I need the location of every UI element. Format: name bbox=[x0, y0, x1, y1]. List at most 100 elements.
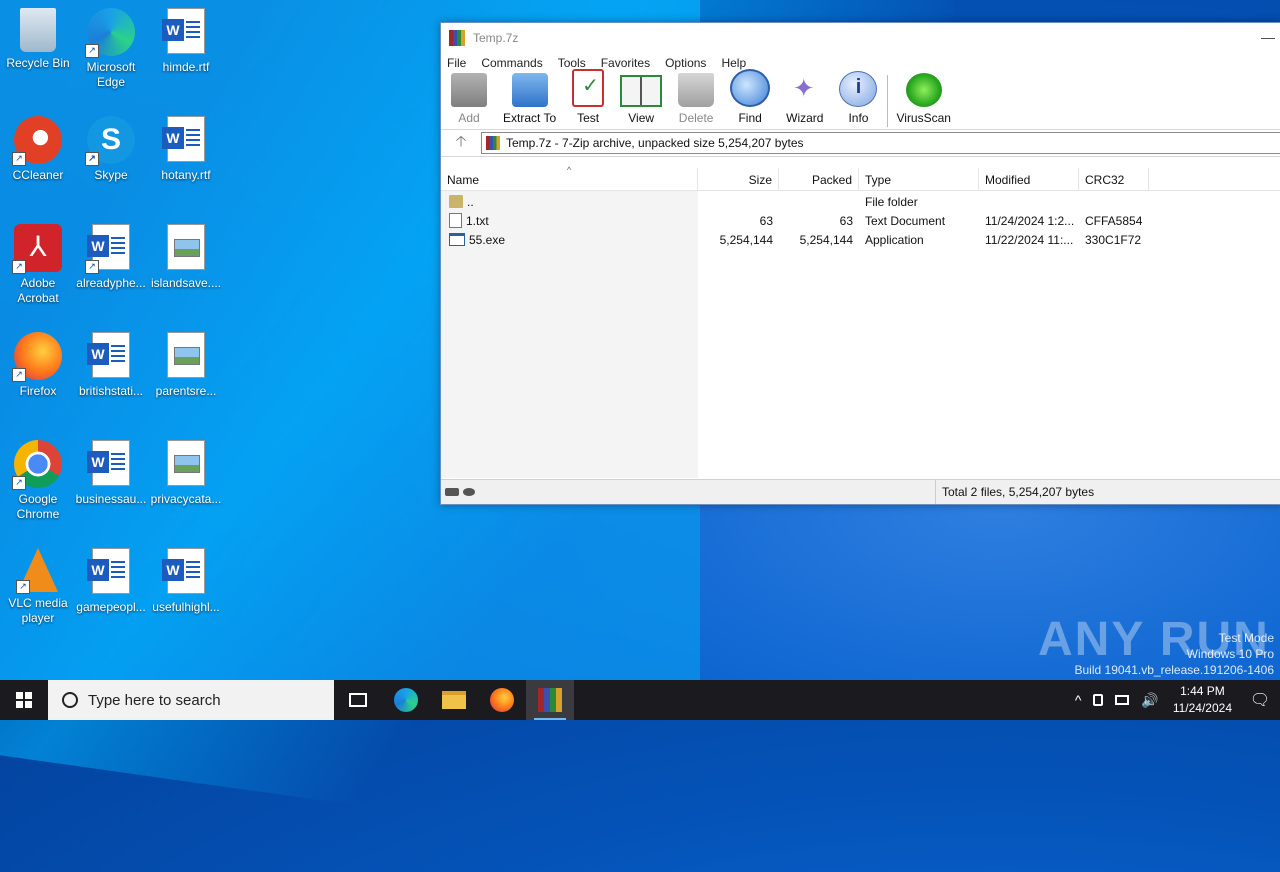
list-item[interactable]: 55.exe 5,254,144 5,254,144 Application 1… bbox=[441, 230, 1280, 249]
menu-file[interactable]: File bbox=[447, 56, 466, 70]
info-button[interactable]: i Info bbox=[839, 71, 878, 129]
column-packed[interactable]: Packed bbox=[779, 168, 859, 190]
desktop-icon-label: himde.rtf bbox=[162, 60, 210, 74]
up-arrow-icon[interactable]: 🡡 bbox=[441, 131, 481, 156]
taskbar-search[interactable]: Type here to search bbox=[48, 680, 334, 720]
desktop-icon-label: usefulhighl... bbox=[152, 600, 220, 614]
taskbar-winrar[interactable] bbox=[526, 680, 574, 720]
address-field[interactable]: Temp.7z - 7-Zip archive, unpacked size 5… bbox=[481, 132, 1280, 154]
key-icon[interactable] bbox=[463, 488, 475, 496]
windows-logo-icon bbox=[16, 692, 32, 708]
trash-icon bbox=[678, 73, 715, 107]
desktop-icon-acrobat[interactable]: ⅄ ↗ Adobe Acrobat bbox=[0, 224, 76, 306]
desktop-icon-britishstati[interactable]: britishstati... bbox=[73, 332, 149, 399]
menu-help[interactable]: Help bbox=[721, 56, 746, 70]
drive-icon[interactable] bbox=[445, 488, 459, 496]
desktop-icon-skype[interactable]: S ↗ Skype bbox=[73, 116, 149, 183]
wizard-button[interactable]: Wizard bbox=[786, 73, 823, 129]
firefox-icon bbox=[490, 688, 514, 712]
title-bar[interactable]: Temp.7z — bbox=[441, 23, 1280, 53]
delete-button[interactable]: Delete bbox=[678, 73, 715, 129]
desktop-icon-label: Google Chrome bbox=[16, 492, 60, 521]
tray-chevron-icon[interactable]: ^ bbox=[1075, 692, 1082, 708]
taskbar-file-explorer[interactable] bbox=[430, 680, 478, 720]
desktop-icon-hotany[interactable]: hotany.rtf bbox=[148, 116, 224, 183]
column-size[interactable]: Size bbox=[698, 168, 779, 190]
network-icon[interactable] bbox=[1115, 695, 1130, 705]
virus-icon bbox=[905, 73, 942, 107]
skype-icon: S ↗ bbox=[85, 116, 135, 166]
info-label: Info bbox=[848, 111, 869, 125]
desktop-icon-himde[interactable]: himde.rtf bbox=[148, 8, 224, 75]
desktop-icon-label: Microsoft Edge bbox=[86, 60, 136, 89]
desktop-icon-vlc[interactable]: ↗ VLC media player bbox=[0, 548, 76, 626]
clock[interactable]: 1:44 PM 11/24/2024 bbox=[1173, 683, 1232, 717]
sort-caret-icon: ^ bbox=[567, 165, 572, 175]
list-item[interactable]: 1.txt 63 63 Text Document 11/24/2024 1:2… bbox=[441, 211, 1280, 230]
desktop-icon-privacycata[interactable]: privacycata... bbox=[148, 440, 224, 507]
virusscan-button[interactable]: VirusScan bbox=[896, 73, 951, 129]
notification-icon[interactable]: 🗨 bbox=[1240, 690, 1280, 710]
list-item[interactable]: .. File folder bbox=[441, 192, 1280, 211]
file-list[interactable]: Name Size Packed Type Modified CRC32 ^ .… bbox=[441, 165, 1280, 478]
magnifier-icon bbox=[730, 69, 771, 107]
menu-tools[interactable]: Tools bbox=[558, 56, 586, 70]
start-button[interactable] bbox=[0, 680, 48, 720]
desktop-icon-alreadyphe[interactable]: ↗ alreadyphe... bbox=[73, 224, 149, 291]
desktop-icon-chrome[interactable]: ↗ Google Chrome bbox=[0, 440, 76, 522]
view-label: View bbox=[628, 111, 655, 125]
delete-label: Delete bbox=[678, 111, 714, 125]
row-type: Text Document bbox=[865, 213, 946, 228]
desktop-icon-usefulhighl[interactable]: usefulhighl... bbox=[148, 548, 224, 615]
row-name: 1.txt bbox=[466, 213, 489, 228]
find-button[interactable]: Find bbox=[730, 69, 771, 129]
task-view-button[interactable] bbox=[334, 680, 382, 720]
row-type: File folder bbox=[865, 194, 918, 209]
os-watermark: Test Mode Windows 10 Pro Build 19041.vb_… bbox=[1075, 630, 1275, 678]
winrar-app-icon bbox=[449, 30, 465, 46]
row-type: Application bbox=[865, 232, 924, 247]
row-crc: 330C1F72 bbox=[1085, 232, 1142, 247]
column-crc32[interactable]: CRC32 bbox=[1079, 168, 1149, 190]
search-icon bbox=[62, 692, 78, 708]
desktop-icon-recycle-bin[interactable]: Recycle Bin bbox=[0, 8, 76, 71]
desktop-icon-label: Recycle Bin bbox=[6, 56, 70, 70]
vlc-icon: ↗ bbox=[16, 548, 58, 594]
desktop-icon-firefox[interactable]: ↗ Firefox bbox=[0, 332, 76, 399]
desktop-icon-parentsre[interactable]: parentsre... bbox=[148, 332, 224, 399]
row-packed: 5,254,144 bbox=[799, 232, 853, 247]
word-doc-icon bbox=[87, 440, 135, 488]
menu-commands[interactable]: Commands bbox=[481, 56, 542, 70]
taskbar-firefox[interactable] bbox=[478, 680, 526, 720]
desktop-icon-ccleaner[interactable]: ↗ CCleaner bbox=[0, 116, 76, 183]
word-doc-icon bbox=[162, 8, 210, 56]
menu-options[interactable]: Options bbox=[665, 56, 706, 70]
minimize-button[interactable]: — bbox=[1261, 29, 1275, 45]
edge-icon: ↗ bbox=[85, 8, 135, 58]
status-bar: Total 2 files, 5,254,207 bytes bbox=[441, 479, 1280, 504]
desktop-icon-edge[interactable]: ↗ Microsoft Edge bbox=[73, 8, 149, 90]
desktop-icon-gamepeopl[interactable]: gamepeopl... bbox=[73, 548, 149, 615]
folder-icon bbox=[449, 195, 463, 208]
word-doc-icon bbox=[87, 548, 135, 596]
desktop-icon-businessau[interactable]: businessau... bbox=[73, 440, 149, 507]
column-modified[interactable]: Modified bbox=[979, 168, 1079, 190]
extract-to-label: Extract To bbox=[503, 111, 557, 125]
desktop-icon-label: Firefox bbox=[19, 384, 57, 398]
archive-icon bbox=[486, 136, 500, 150]
desktop-icon-islandsave[interactable]: islandsave.... bbox=[148, 224, 224, 291]
column-type[interactable]: Type bbox=[859, 168, 979, 190]
add-button[interactable]: Add bbox=[451, 73, 487, 129]
speaker-icon[interactable]: 🔊 bbox=[1141, 692, 1158, 709]
menu-favorites[interactable]: Favorites bbox=[601, 56, 650, 70]
chrome-icon: ↗ bbox=[12, 440, 62, 490]
view-button[interactable]: View bbox=[620, 75, 663, 129]
taskbar-edge[interactable] bbox=[382, 680, 430, 720]
desktop-icon-label: privacycata... bbox=[150, 492, 222, 506]
winrar-window[interactable]: Temp.7z — File Commands Tools Favorites … bbox=[440, 22, 1280, 505]
extract-to-button[interactable]: Extract To bbox=[503, 73, 556, 129]
info-icon: i bbox=[839, 71, 878, 107]
tray-device-icon[interactable] bbox=[1093, 694, 1104, 706]
test-button[interactable]: Test bbox=[572, 69, 605, 129]
clock-time: 1:44 PM bbox=[1180, 684, 1225, 698]
